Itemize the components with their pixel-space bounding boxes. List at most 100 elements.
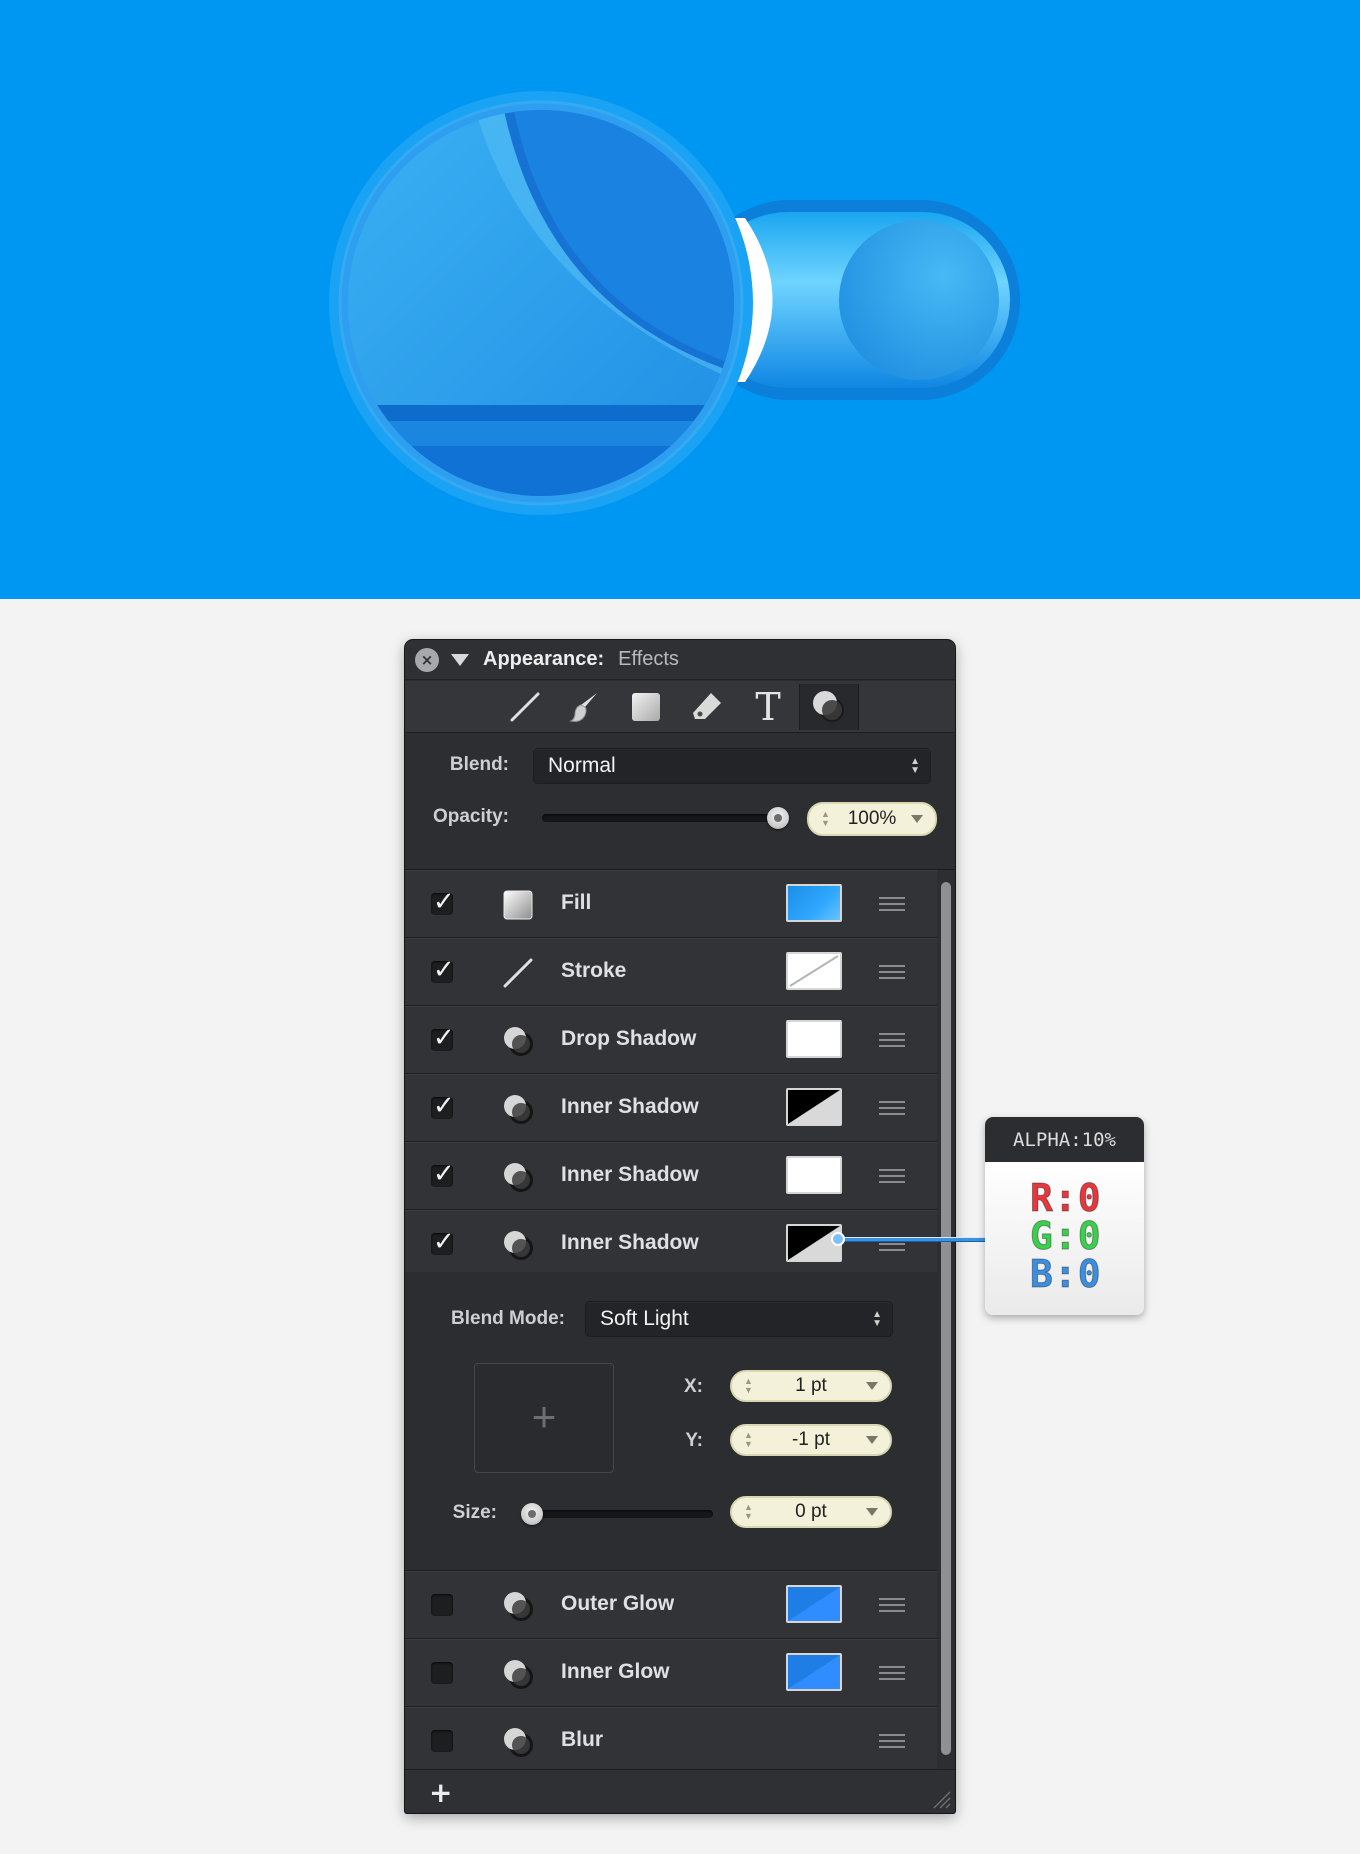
effect-row-blur[interactable]: Blur [405,1707,937,1775]
blend-mode-label: Blend Mode: [451,1308,565,1329]
effect-swatch[interactable] [786,1088,842,1126]
y-stepper[interactable]: ▲ ▼ -1 pt [730,1424,892,1456]
x-label: X: [684,1376,703,1397]
effect-row-fill[interactable]: Fill [405,870,937,938]
disclosure-triangle-icon[interactable] [451,653,469,666]
shadow-icon [499,1655,537,1693]
effect-name: Fill [561,891,592,914]
effect-name: Stroke [561,959,627,982]
size-label: Size: [452,1502,497,1523]
effect-row-drop-shadow[interactable]: Drop Shadow [405,1006,937,1074]
blend-mode-select[interactable]: Soft Light ▲ ▼ [585,1301,893,1337]
size-slider[interactable] [521,1510,713,1518]
effect-swatch[interactable] [786,1653,842,1691]
panel-title: Appearance: [483,648,605,670]
eraser-tool-icon[interactable] [677,684,737,730]
effect-row-inner-shadow[interactable]: Inner Shadow [405,1142,937,1210]
effect-row-inner-shadow[interactable]: Inner Shadow [405,1074,937,1142]
blend-label: Blend: [449,754,509,775]
hero-banner [0,0,1360,599]
x-stepper[interactable]: ▲ ▼ 1 pt [730,1370,892,1402]
close-icon[interactable]: × [415,647,439,672]
effect-checkbox[interactable] [431,1023,455,1053]
effect-row-outer-glow[interactable]: Outer Glow [405,1571,937,1639]
toggle-illustration [329,91,1020,515]
opacity-slider[interactable] [542,814,785,822]
crosshair-icon: + [531,1393,557,1441]
drag-handle-icon[interactable] [879,897,905,911]
y-label: Y: [685,1430,703,1451]
shadow-icon [499,1587,537,1625]
effect-row-inner-glow[interactable]: Inner Glow [405,1639,937,1707]
effect-swatch[interactable] [786,1020,842,1058]
effect-swatch[interactable] [786,1156,842,1194]
drag-handle-icon[interactable] [879,1033,905,1047]
dropdown-arrow-icon[interactable] [866,1436,878,1444]
text-tool-icon[interactable]: T [738,684,798,730]
add-effect-button[interactable]: + [429,1776,452,1809]
effect-swatch[interactable] [786,1585,842,1623]
shadow-icon [499,1226,537,1264]
opacity-value: 100% [847,808,897,829]
dropdown-arrow-icon[interactable] [911,815,923,823]
stepper-arrows-icon: ▲ ▼ [744,1502,753,1521]
effect-name: Inner Shadow [561,1095,699,1118]
effect-checkbox[interactable] [431,1594,453,1616]
size-value: 0 pt [795,1501,827,1522]
effect-checkbox[interactable] [431,955,455,985]
line-tool-icon[interactable] [495,684,555,730]
shadow-icon [499,1723,537,1761]
effect-name: Drop Shadow [561,1027,697,1050]
y-value: -1 pt [791,1429,831,1450]
opacity-slider-knob[interactable] [767,807,789,829]
dropdown-arrow-icon[interactable] [866,1382,878,1390]
offset-origin-pad[interactable]: + [474,1363,614,1473]
drag-handle-icon[interactable] [879,965,905,979]
resize-grip-icon[interactable] [929,1787,951,1809]
scrollbar[interactable] [937,870,955,1769]
appearance-toolbar: T [405,681,955,733]
opacity-stepper[interactable]: ▲ ▼ 100% [807,802,937,836]
drag-handle-icon[interactable] [879,1666,905,1680]
effects-tool-icon[interactable] [799,684,859,730]
stepper-arrows-icon: ▲ ▼ [744,1376,753,1395]
square-tool-icon[interactable] [616,684,676,730]
drag-handle-icon[interactable] [879,1734,905,1748]
drag-handle-icon[interactable] [879,1101,905,1115]
effect-checkbox[interactable] [431,1159,455,1189]
drag-handle-icon[interactable] [879,1598,905,1612]
effect-swatch[interactable] [786,884,842,922]
scrollbar-thumb[interactable] [941,882,951,1755]
updown-arrows-icon: ▲ ▼ [910,756,920,776]
appearance-panel: × Appearance: Effects T Blend: Normal ▲ ▼… [405,640,955,1813]
blend-section: Blend: Normal ▲ ▼ Opacity: ▲ ▼ 100% [405,734,955,870]
callout-connector [836,1237,986,1242]
effect-row-stroke[interactable]: Stroke [405,938,937,1006]
toggle-knob [839,220,999,380]
size-stepper[interactable]: ▲ ▼ 0 pt [730,1496,892,1528]
stepper-arrows-icon: ▲ ▼ [821,809,830,828]
blend-select[interactable]: Normal ▲ ▼ [533,748,931,784]
effect-checkbox[interactable] [431,1662,453,1684]
alpha-label: ALPHA:10% [985,1117,1144,1162]
blend-value: Normal [548,754,616,777]
text-tool-glyph: T [755,685,781,729]
effect-name: Inner Shadow [561,1231,699,1254]
drag-handle-icon[interactable] [879,1169,905,1183]
effect-checkbox[interactable] [431,1227,455,1257]
dropdown-arrow-icon[interactable] [866,1508,878,1516]
effect-name: Inner Shadow [561,1163,699,1186]
size-slider-knob[interactable] [521,1503,543,1525]
shadow-icon [499,1022,537,1060]
stepper-arrows-icon: ▲ ▼ [744,1430,753,1449]
brush-tool-icon[interactable] [555,684,615,730]
effect-checkbox[interactable] [431,887,455,917]
effect-checkbox[interactable] [431,1730,453,1752]
effect-checkbox[interactable] [431,1091,455,1121]
effect-row-inner-shadow[interactable]: Inner Shadow [405,1210,937,1278]
color-callout: ALPHA:10% R:0 G:0 B:0 [985,1117,1144,1315]
blue-value: B:0 [1030,1252,1102,1297]
effect-swatch[interactable] [786,952,842,990]
updown-arrows-icon: ▲ ▼ [872,1309,882,1329]
fill-icon [499,886,537,924]
